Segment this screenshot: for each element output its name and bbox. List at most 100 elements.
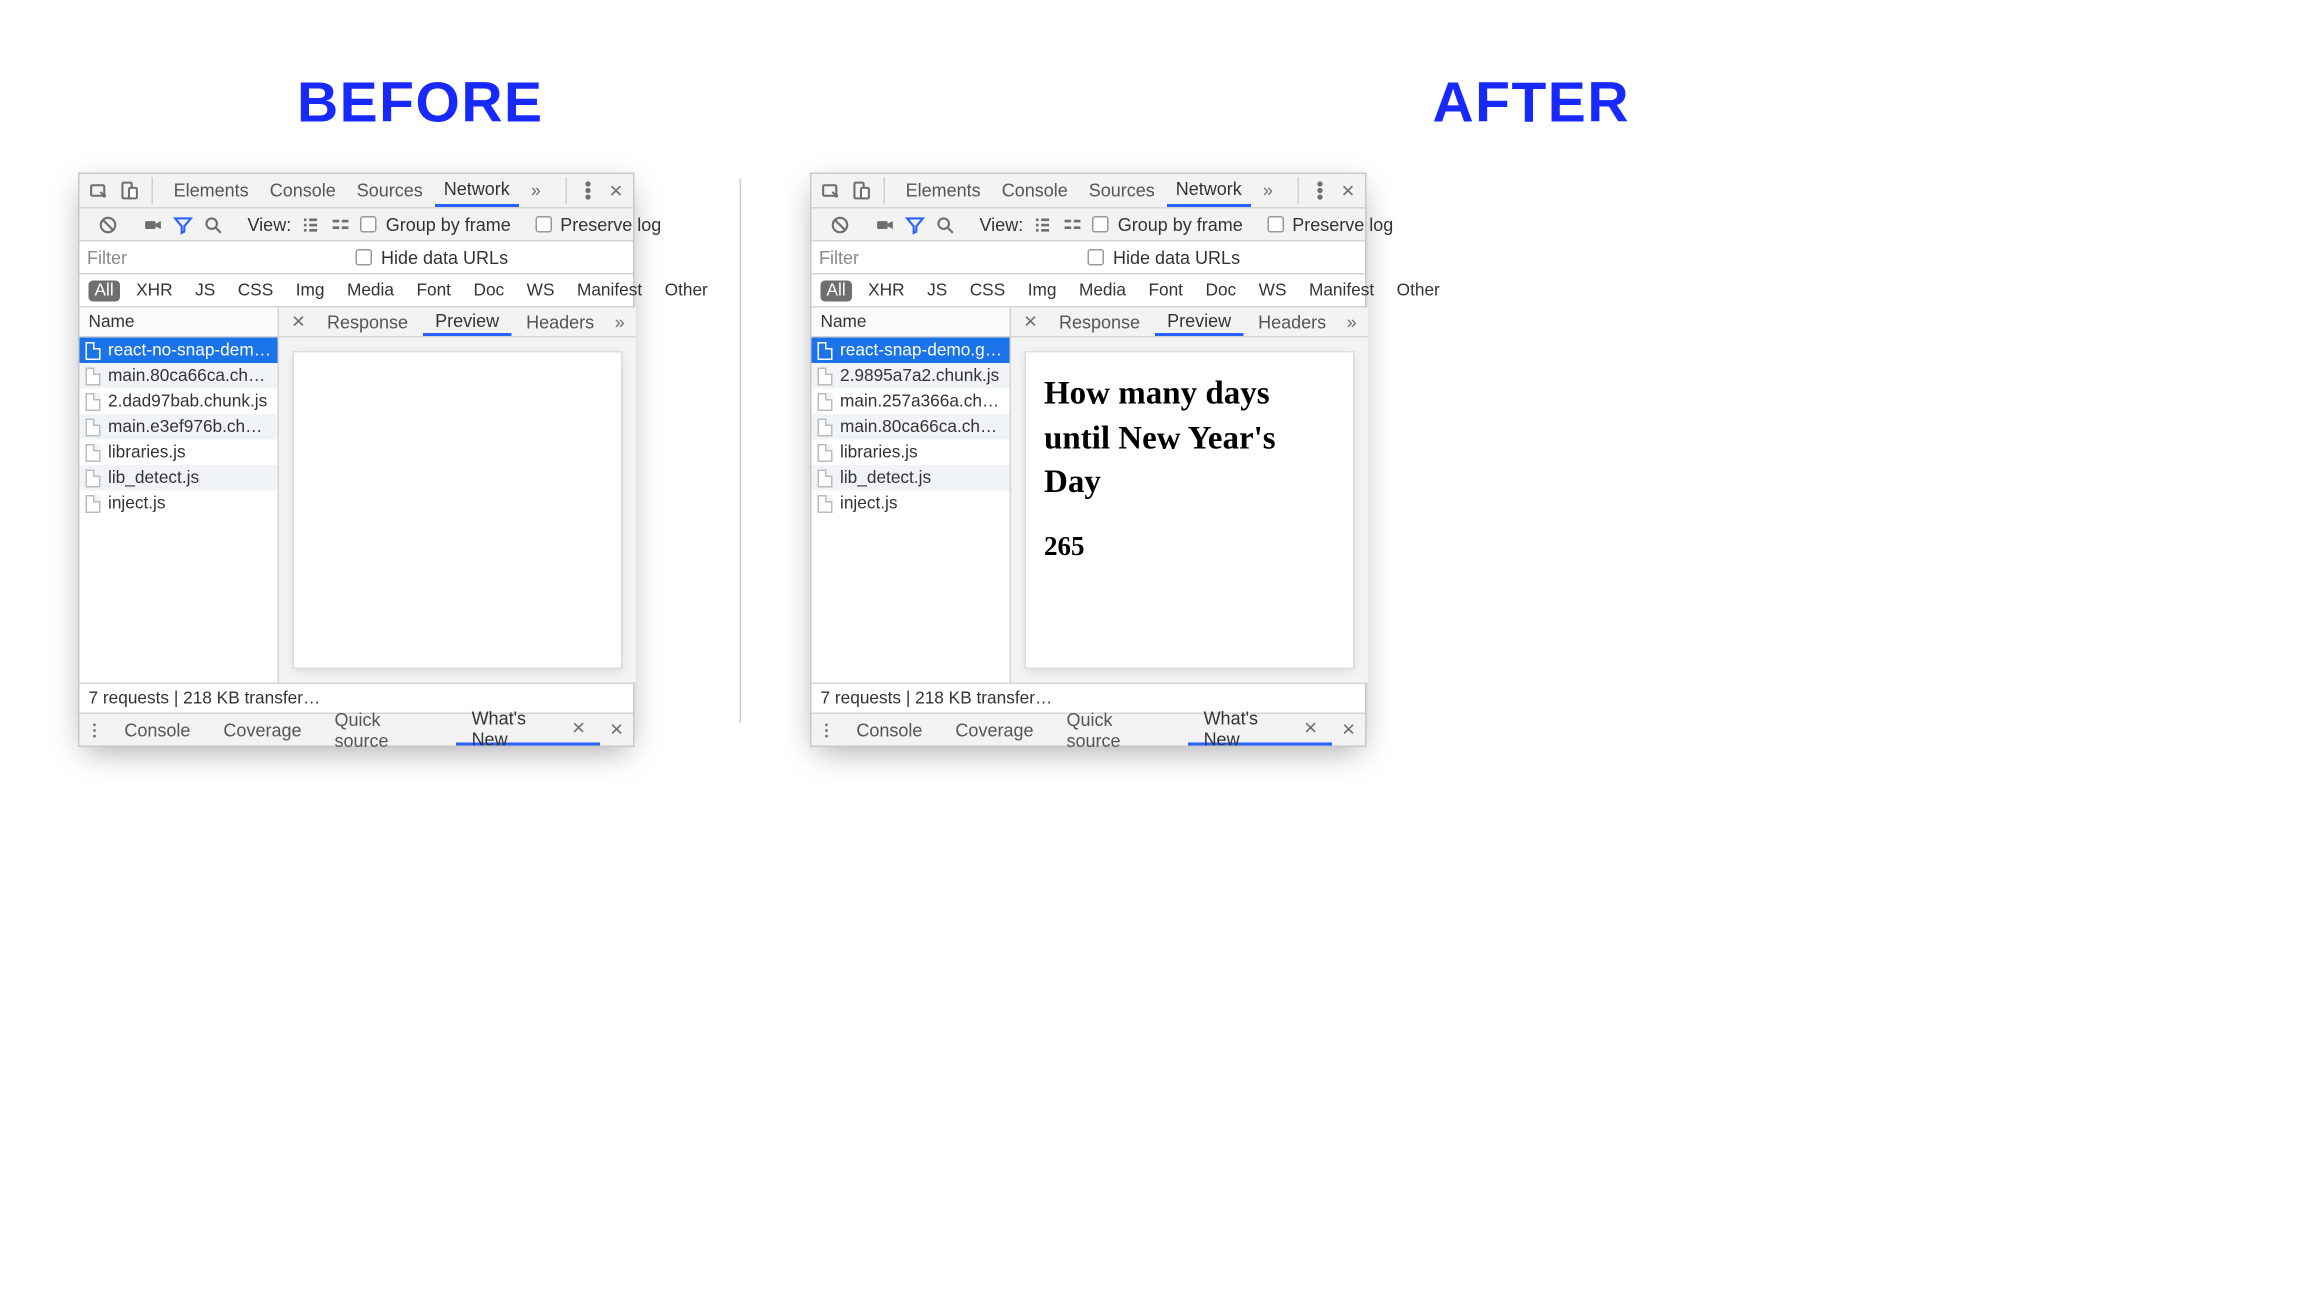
drawer-tab-coverage[interactable]: Coverage: [940, 714, 1048, 746]
type-filter-manifest[interactable]: Manifest: [1303, 280, 1380, 301]
type-filter-font[interactable]: Font: [410, 280, 457, 301]
type-filter-all[interactable]: All: [821, 280, 852, 301]
type-filter-ws[interactable]: WS: [1253, 280, 1293, 301]
preserve-log-checkbox[interactable]: [535, 216, 552, 233]
type-filter-xhr[interactable]: XHR: [130, 280, 178, 301]
more-tabs-icon[interactable]: [1260, 180, 1276, 201]
request-row[interactable]: libraries.js: [80, 440, 278, 466]
drawer-tab-quick-source[interactable]: Quick source: [1051, 714, 1185, 746]
view-list-icon[interactable]: [300, 214, 321, 235]
view-list-icon[interactable]: [1032, 214, 1053, 235]
type-filter-css[interactable]: CSS: [232, 280, 279, 301]
drawer-tab-console[interactable]: Console: [841, 714, 937, 746]
close-devtools-icon[interactable]: [1340, 180, 1356, 201]
type-filter-img[interactable]: Img: [1022, 280, 1063, 301]
inspect-icon[interactable]: [89, 180, 110, 201]
type-filter-img[interactable]: Img: [290, 280, 331, 301]
main-tab-sources[interactable]: Sources: [1080, 174, 1164, 207]
main-tab-elements[interactable]: Elements: [897, 174, 990, 207]
clear-icon[interactable]: [830, 214, 851, 235]
request-row[interactable]: lib_detect.js: [80, 465, 278, 491]
request-row[interactable]: main.80ca66ca.chunk.css: [812, 414, 1010, 440]
type-filter-manifest[interactable]: Manifest: [571, 280, 648, 301]
request-row[interactable]: inject.js: [80, 491, 278, 517]
type-filter-js[interactable]: JS: [921, 280, 953, 301]
request-row[interactable]: react-no-snap-demo.glit…: [80, 338, 278, 364]
type-filter-all[interactable]: All: [89, 280, 120, 301]
request-row[interactable]: 2.9895a7a2.chunk.js: [812, 363, 1010, 389]
clear-icon[interactable]: [98, 214, 119, 235]
drawer-menu-icon[interactable]: [812, 714, 842, 746]
request-row[interactable]: 2.dad97bab.chunk.js: [80, 389, 278, 415]
more-tabs-icon[interactable]: [528, 180, 544, 201]
drawer-tab-quick-source[interactable]: Quick source: [319, 714, 453, 746]
type-filter-js[interactable]: JS: [189, 280, 221, 301]
main-tab-elements[interactable]: Elements: [165, 174, 258, 207]
camera-icon[interactable]: [143, 214, 164, 235]
view-frames-icon[interactable]: [1062, 214, 1083, 235]
request-row[interactable]: lib_detect.js: [812, 465, 1010, 491]
hide-data-urls-checkbox[interactable]: [356, 249, 373, 266]
type-filter-media[interactable]: Media: [1073, 280, 1132, 301]
more-detail-tabs-icon[interactable]: [1341, 311, 1362, 332]
detail-tab-preview[interactable]: Preview: [423, 308, 511, 337]
kebab-menu-icon[interactable]: [578, 180, 599, 201]
close-drawer-icon[interactable]: [1332, 714, 1365, 746]
group-by-frame-checkbox[interactable]: [1092, 216, 1109, 233]
name-column-header[interactable]: Name: [80, 308, 278, 338]
name-column-header[interactable]: Name: [812, 308, 1010, 338]
drawer-tab-what-s-new[interactable]: What's New: [457, 714, 601, 746]
filter-icon[interactable]: [173, 214, 194, 235]
detail-tab-headers[interactable]: Headers: [514, 308, 606, 337]
group-by-frame-checkbox[interactable]: [360, 216, 377, 233]
request-row[interactable]: main.e3ef976b.chunk.js: [80, 414, 278, 440]
inspect-icon[interactable]: [821, 180, 842, 201]
main-tab-console[interactable]: Console: [993, 174, 1077, 207]
detail-tab-headers[interactable]: Headers: [1246, 308, 1338, 337]
close-tab-icon[interactable]: [1304, 717, 1317, 740]
request-row[interactable]: react-snap-demo.glitch.…: [812, 338, 1010, 364]
kebab-menu-icon[interactable]: [1310, 180, 1331, 201]
view-frames-icon[interactable]: [330, 214, 351, 235]
detail-tab-response[interactable]: Response: [315, 308, 420, 337]
preserve-log-checkbox[interactable]: [1267, 216, 1284, 233]
search-icon[interactable]: [203, 214, 224, 235]
camera-icon[interactable]: [875, 214, 896, 235]
request-row[interactable]: libraries.js: [812, 440, 1010, 466]
type-filter-doc[interactable]: Doc: [467, 280, 510, 301]
drawer-tab-console[interactable]: Console: [109, 714, 205, 746]
filter-icon[interactable]: [905, 214, 926, 235]
close-devtools-icon[interactable]: [608, 180, 624, 201]
type-filter-media[interactable]: Media: [341, 280, 400, 301]
close-drawer-icon[interactable]: [600, 714, 633, 746]
type-filter-css[interactable]: CSS: [964, 280, 1011, 301]
main-tab-network[interactable]: Network: [435, 174, 519, 207]
request-row[interactable]: inject.js: [812, 491, 1010, 517]
main-tab-console[interactable]: Console: [261, 174, 345, 207]
main-tab-sources[interactable]: Sources: [348, 174, 432, 207]
detail-tab-preview[interactable]: Preview: [1155, 308, 1243, 337]
type-filter-doc[interactable]: Doc: [1199, 280, 1242, 301]
hide-data-urls-checkbox[interactable]: [1088, 249, 1105, 266]
type-filter-other[interactable]: Other: [659, 280, 714, 301]
search-icon[interactable]: [935, 214, 956, 235]
device-toggle-icon[interactable]: [119, 180, 140, 201]
request-row[interactable]: main.80ca66ca.chunk.css: [80, 363, 278, 389]
close-detail-icon[interactable]: [1017, 308, 1044, 337]
type-filter-font[interactable]: Font: [1142, 280, 1189, 301]
type-filter-xhr[interactable]: XHR: [862, 280, 910, 301]
filter-input[interactable]: [80, 244, 278, 271]
request-row[interactable]: main.257a366a.chunk.js: [812, 389, 1010, 415]
device-toggle-icon[interactable]: [851, 180, 872, 201]
type-filter-other[interactable]: Other: [1391, 280, 1446, 301]
filter-input[interactable]: [812, 244, 1010, 271]
drawer-tab-coverage[interactable]: Coverage: [208, 714, 316, 746]
detail-tab-response[interactable]: Response: [1047, 308, 1152, 337]
drawer-tab-what-s-new[interactable]: What's New: [1189, 714, 1333, 746]
more-detail-tabs-icon[interactable]: [609, 311, 630, 332]
drawer-menu-icon[interactable]: [80, 714, 110, 746]
close-tab-icon[interactable]: [572, 717, 585, 740]
main-tab-network[interactable]: Network: [1167, 174, 1251, 207]
close-detail-icon[interactable]: [285, 308, 312, 337]
type-filter-ws[interactable]: WS: [521, 280, 561, 301]
